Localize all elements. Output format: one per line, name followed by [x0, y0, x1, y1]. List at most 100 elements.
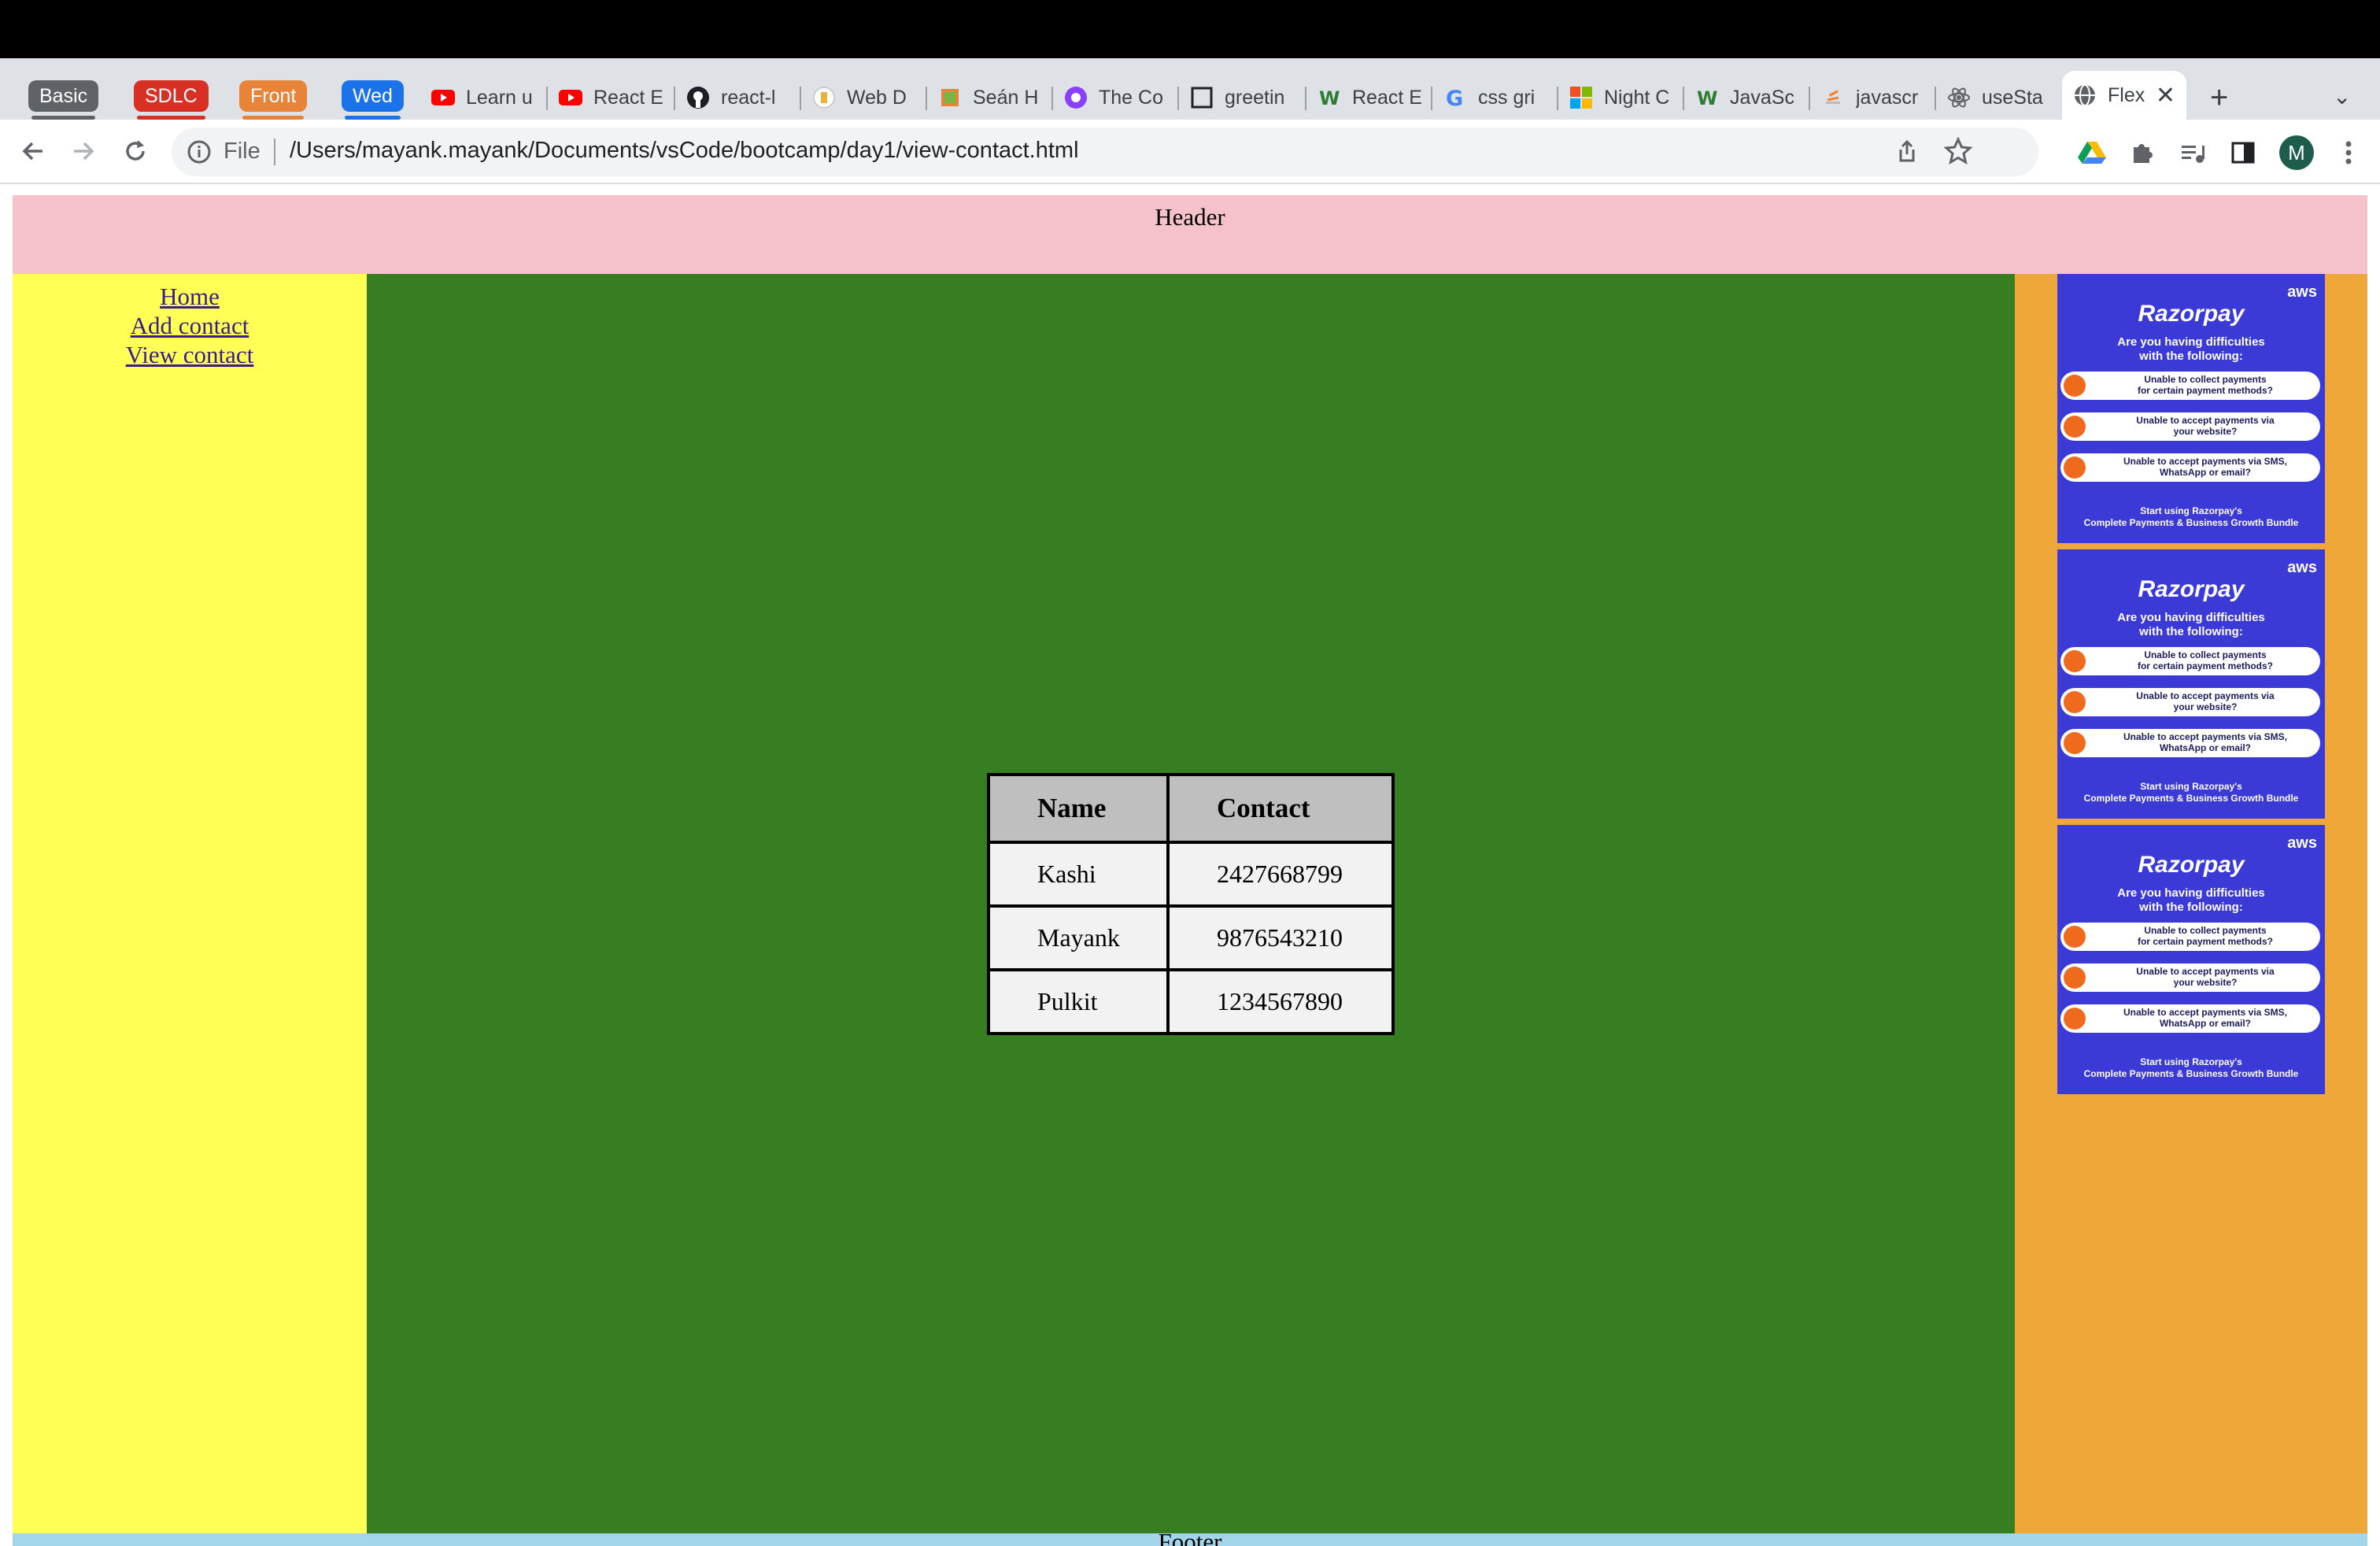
tab-label: javascr — [1856, 86, 1919, 109]
share-icon[interactable] — [1894, 139, 1920, 165]
tab-group-sdlc[interactable]: SDLC — [134, 80, 209, 120]
ad-item-line: Unable to accept payments via SMS, — [2123, 1007, 2288, 1018]
ad-headline: Are you having difficulties with the foll… — [2057, 611, 2325, 639]
contacts-table: Name Contact Kashi 2427668799 Mayank 987… — [987, 773, 1395, 1035]
extensions-puzzle-icon[interactable] — [2127, 137, 2158, 168]
browser-toolbar: File /Users/mayank.mayank/Documents/vsCo… — [0, 120, 2380, 184]
column-header-name: Name — [987, 773, 1170, 844]
ad-item: Unable to accept payments via your websit… — [2060, 963, 2320, 992]
ad-item: Unable to accept payments via your websit… — [2060, 688, 2320, 716]
tab[interactable]: W React E — [1306, 76, 1432, 120]
tab-label: Night C — [1604, 86, 1670, 109]
tab-active[interactable]: Flex ✕ — [2062, 71, 2186, 120]
tab-label: JavaSc — [1730, 86, 1794, 109]
ad-item: Unable to accept payments via SMS, WhatsA… — [2060, 453, 2320, 482]
ad-item-line: WhatsApp or email? — [2159, 1018, 2251, 1029]
forward-arrow-icon[interactable] — [66, 134, 101, 168]
tab[interactable]: javascr — [1810, 76, 1936, 120]
tab[interactable]: Night C — [1558, 76, 1684, 120]
table-row: Kashi 2427668799 — [987, 841, 1395, 908]
razorpay-ad-banner[interactable]: aws Razorpay Are you having difficulties… — [2057, 549, 2325, 819]
ad-item-line: for certain payment methods? — [2137, 660, 2274, 671]
page-viewport: Header Home Add contact View contact Nam… — [0, 186, 2380, 1546]
ad-brand: Razorpay — [2138, 852, 2245, 878]
website-icon — [2064, 691, 2086, 713]
message-icon — [2064, 457, 2086, 479]
tab[interactable]: Learn u — [420, 76, 548, 120]
reading-list-icon[interactable] — [2177, 137, 2208, 168]
side-panel-icon[interactable] — [2227, 137, 2259, 168]
tab[interactable]: react-l — [675, 76, 801, 120]
sidebar-nav: Home Add contact View contact — [13, 274, 367, 1533]
youtube-icon — [559, 86, 582, 109]
react-icon — [1947, 86, 1971, 109]
ad-item-line: Unable to collect payments — [2144, 374, 2267, 385]
tab-label: greetin — [1225, 86, 1285, 109]
tab-group-wed[interactable]: Wed — [342, 80, 404, 120]
screen-top-bar — [0, 0, 2380, 58]
avatar[interactable]: M — [2279, 135, 2314, 170]
nav-link-add-contact[interactable]: Add contact — [13, 311, 367, 340]
nav-link-view-contact[interactable]: View contact — [13, 340, 367, 369]
microsoft-icon — [1569, 86, 1593, 109]
tab[interactable]: greetin — [1179, 76, 1306, 120]
tab-group-basic[interactable]: Basic — [28, 80, 99, 120]
tab[interactable]: W JavaSc — [1684, 76, 1810, 120]
table-row: Pulkit 1234567890 — [987, 968, 1395, 1035]
address-divider — [274, 139, 275, 165]
close-tab-icon[interactable]: ✕ — [2156, 82, 2175, 109]
razorpay-ad-banner[interactable]: aws Razorpay Are you having difficulties… — [2057, 274, 2325, 543]
ad-item-line: Unable to accept payments via — [2136, 690, 2275, 701]
tab[interactable]: Seán H — [927, 76, 1053, 120]
tab[interactable]: The Co — [1053, 76, 1179, 120]
bookmark-star-icon[interactable] — [1943, 136, 1973, 165]
tab-label: Seán H — [973, 86, 1039, 109]
back-arrow-icon[interactable] — [16, 134, 50, 168]
svg-text:W: W — [1319, 87, 1340, 109]
google-drive-icon[interactable] — [2076, 137, 2108, 168]
tab-label: Flex — [2108, 83, 2145, 106]
tab[interactable]: React E — [548, 76, 675, 120]
tab-group-front[interactable]: Front — [239, 80, 308, 120]
url-text[interactable]: /Users/mayank.mayank/Documents/vsCode/bo… — [290, 138, 1079, 164]
nav-link-home[interactable]: Home — [13, 282, 367, 311]
tab[interactable]: G css gri — [1432, 76, 1558, 120]
ad-item: Unable to collect payments for certain pa… — [2060, 647, 2320, 675]
payment-icon — [2064, 375, 2086, 397]
info-icon[interactable] — [186, 139, 213, 165]
razorpay-ad-banner[interactable]: aws Razorpay Are you having difficulties… — [2057, 825, 2325, 1094]
tab[interactable]: Web D — [801, 76, 927, 120]
ad-cta: Start using Razorpay's Complete Payments … — [2057, 781, 2325, 804]
payment-icon — [2064, 926, 2086, 948]
web-icon — [812, 86, 836, 109]
tab[interactable]: useSta — [1936, 76, 2062, 120]
ad-item: Unable to accept payments via SMS, WhatsA… — [2060, 729, 2320, 757]
chevron-down-icon[interactable]: ⌄ — [2333, 83, 2351, 109]
google-icon: G — [1443, 86, 1467, 109]
tab-label: useSta — [1982, 86, 2043, 109]
address-bar[interactable]: File /Users/mayank.mayank/Documents/vsCo… — [172, 128, 2038, 176]
reload-icon[interactable] — [118, 134, 153, 168]
ad-headline-line: with the following: — [2139, 350, 2243, 363]
new-tab-icon[interactable]: + — [2210, 82, 2228, 113]
ad-cta-line: Start using Razorpay's — [2140, 781, 2242, 792]
ad-headline-line: Are you having difficulties — [2117, 611, 2265, 624]
stackoverflow-icon — [1821, 86, 1845, 109]
cell-contact: 1234567890 — [1166, 968, 1395, 1035]
payment-icon — [2064, 650, 2086, 672]
tab-strip: Basic SDLC Front Wed Learn u React E rea… — [0, 58, 2380, 120]
table-row: Mayank 9876543210 — [987, 904, 1395, 971]
aws-badge: aws — [2287, 283, 2317, 301]
ad-headline-line: Are you having difficulties — [2117, 335, 2265, 349]
globe-icon — [2073, 83, 2097, 107]
cell-name: Kashi — [987, 841, 1170, 908]
ad-item-line: Unable to accept payments via SMS, — [2123, 731, 2288, 742]
ad-headline: Are you having difficulties with the foll… — [2057, 335, 2325, 364]
ad-item-line: WhatsApp or email? — [2159, 742, 2251, 753]
main-content: Name Contact Kashi 2427668799 Mayank 987… — [367, 274, 2015, 1533]
aws-badge: aws — [2287, 834, 2317, 852]
ad-cta-line: Start using Razorpay's — [2140, 1056, 2242, 1067]
ad-item-line: your website? — [2173, 426, 2238, 437]
ad-item-line: your website? — [2173, 977, 2238, 988]
more-menu-icon[interactable] — [2333, 135, 2364, 170]
